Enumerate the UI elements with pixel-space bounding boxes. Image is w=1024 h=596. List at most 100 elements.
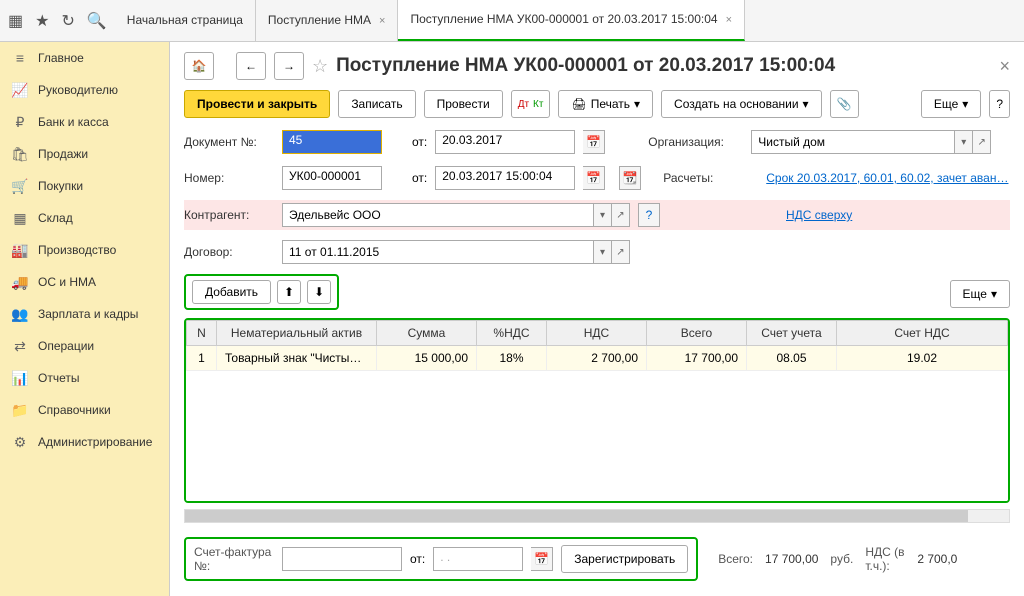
star-icon[interactable]: ★ (35, 11, 49, 31)
from-label-2: от: (412, 171, 427, 185)
sidebar-item-production[interactable]: 🏭Производство (0, 234, 169, 266)
calc-link[interactable]: Срок 20.03.2017, 60.01, 60.02, зачет ава… (766, 171, 1008, 185)
more-button[interactable]: Еще ▾ (921, 90, 981, 118)
invoice-label: Счет-фактура №: (194, 545, 274, 573)
attach-button[interactable]: 📎 (830, 90, 859, 118)
calc-label: Расчеты: (663, 171, 758, 185)
horizontal-scrollbar[interactable] (184, 509, 1010, 523)
move-up-button[interactable]: ⬆ (277, 280, 301, 304)
col-vataccount[interactable]: Счет НДС (837, 321, 1008, 346)
help-small-icon[interactable]: ? (638, 203, 660, 227)
vat-link[interactable]: НДС сверху (786, 208, 852, 222)
dropdown-icon[interactable]: ▾ (954, 131, 972, 153)
create-based-button[interactable]: Создать на основании ▾ (661, 90, 822, 118)
footer-total-label: Всего: (718, 552, 753, 566)
post-close-button[interactable]: Провести и закрыть (184, 90, 330, 118)
post-button[interactable]: Провести (424, 90, 503, 118)
sidebar-item-main[interactable]: ≡Главное (0, 42, 169, 74)
bars-icon: 📊 (12, 370, 28, 386)
swap-icon: ⇄ (12, 338, 28, 354)
save-button[interactable]: Записать (338, 90, 415, 118)
tab-home[interactable]: Начальная страница (115, 0, 256, 41)
back-button[interactable]: ← (236, 52, 266, 80)
calendar-icon[interactable]: 📅 (583, 130, 605, 154)
col-vat[interactable]: НДС (547, 321, 647, 346)
page-title: Поступление НМА УК00-000001 от 20.03.201… (336, 55, 835, 77)
forward-button[interactable]: → (274, 52, 304, 80)
items-table: N Нематериальный актив Сумма %НДС НДС Вс… (184, 318, 1010, 503)
sidebar-item-references[interactable]: 📁Справочники (0, 394, 169, 426)
home-button[interactable]: 🏠 (184, 52, 214, 80)
org-label: Организация: (648, 135, 743, 149)
tab-nma-list[interactable]: Поступление НМА× (256, 0, 399, 41)
contract-label: Договор: (184, 245, 274, 259)
org-combo[interactable]: Чистый дом▾↗ (751, 130, 991, 154)
invoice-input[interactable] (282, 547, 402, 571)
cart-icon: 🛒 (12, 178, 28, 194)
chart-icon: 📈 (12, 82, 28, 98)
sidebar-item-purchases[interactable]: 🛒Покупки (0, 170, 169, 202)
move-down-button[interactable]: ⬇ (307, 280, 331, 304)
col-total[interactable]: Всего (647, 321, 747, 346)
footer-total: 17 700,00 (765, 552, 818, 566)
close-page-icon[interactable]: × (999, 56, 1010, 77)
sidebar-item-admin[interactable]: ⚙Администрирование (0, 426, 169, 458)
register-button[interactable]: Зарегистрировать (561, 545, 688, 573)
col-account[interactable]: Счет учета (747, 321, 837, 346)
history-icon[interactable]: ↻ (61, 11, 74, 31)
people-icon: 👥 (12, 306, 28, 322)
sidebar-item-payroll[interactable]: 👥Зарплата и кадры (0, 298, 169, 330)
number-input[interactable]: УК00-000001 (282, 166, 382, 190)
add-row-button[interactable]: Добавить (192, 280, 271, 304)
col-sum[interactable]: Сумма (377, 321, 477, 346)
apps-icon[interactable]: ▦ (8, 11, 23, 31)
table-empty-area (186, 371, 1008, 501)
tab-close-icon[interactable]: × (379, 15, 385, 27)
footer-vat-label: НДС (в т.ч.): (865, 545, 905, 573)
tab-nma-doc[interactable]: Поступление НМА УК00-000001 от 20.03.201… (398, 0, 745, 41)
dt-kt-button[interactable]: ДтКт (511, 90, 551, 118)
sidebar-item-bank[interactable]: ₽Банк и касса (0, 106, 169, 138)
grid-icon: ▦ (12, 210, 28, 226)
calendar-alt-icon[interactable]: 📆 (619, 166, 641, 190)
dropdown-icon[interactable]: ▾ (593, 204, 611, 226)
doc-num-input[interactable]: 45 (282, 130, 382, 154)
footer-currency: руб. (830, 552, 853, 566)
counterparty-combo[interactable]: Эдельвейс ООО▾↗ (282, 203, 630, 227)
table-more-button[interactable]: Еще ▾ (950, 280, 1010, 308)
col-n[interactable]: N (187, 321, 217, 346)
sidebar-item-sales[interactable]: 🛍Продажи (0, 138, 169, 170)
from-label: от: (412, 135, 427, 149)
bag-icon: 🛍 (12, 146, 28, 162)
invoice-from-label: от: (410, 552, 425, 566)
open-icon[interactable]: ↗ (611, 241, 629, 263)
calendar-icon[interactable]: 📅 (531, 547, 553, 571)
factory-icon: 🏭 (12, 242, 28, 258)
doc-num-label: Документ №: (184, 135, 274, 149)
table-row[interactable]: 1 Товарный знак "Чисты… 15 000,00 18% 2 … (187, 346, 1008, 371)
open-icon[interactable]: ↗ (972, 131, 990, 153)
sidebar-item-assets[interactable]: 🚚ОС и НМА (0, 266, 169, 298)
invoice-date-input[interactable]: . . (433, 547, 523, 571)
footer-vat: 2 700,0 (917, 552, 957, 566)
contract-combo[interactable]: 11 от 01.11.2015▾↗ (282, 240, 630, 264)
col-asset[interactable]: Нематериальный актив (217, 321, 377, 346)
ruble-icon: ₽ (12, 114, 28, 130)
sidebar-item-operations[interactable]: ⇄Операции (0, 330, 169, 362)
dropdown-icon[interactable]: ▾ (593, 241, 611, 263)
favorite-icon[interactable]: ☆ (312, 56, 328, 77)
number-date-input[interactable]: 20.03.2017 15:00:04 (435, 166, 575, 190)
sidebar: ≡Главное 📈Руководителю ₽Банк и касса 🛍Пр… (0, 42, 170, 596)
help-button[interactable]: ? (989, 90, 1010, 118)
calendar-icon[interactable]: 📅 (583, 166, 605, 190)
sidebar-item-warehouse[interactable]: ▦Склад (0, 202, 169, 234)
sidebar-item-reports[interactable]: 📊Отчеты (0, 362, 169, 394)
print-button[interactable]: 🖨 Печать ▾ (558, 90, 653, 118)
folder-icon: 📁 (12, 402, 28, 418)
sidebar-item-manager[interactable]: 📈Руководителю (0, 74, 169, 106)
open-icon[interactable]: ↗ (611, 204, 629, 226)
col-vatpct[interactable]: %НДС (477, 321, 547, 346)
search-icon[interactable]: 🔍 (87, 11, 107, 31)
tab-close-icon[interactable]: × (726, 14, 732, 26)
doc-date-input[interactable]: 20.03.2017 (435, 130, 575, 154)
